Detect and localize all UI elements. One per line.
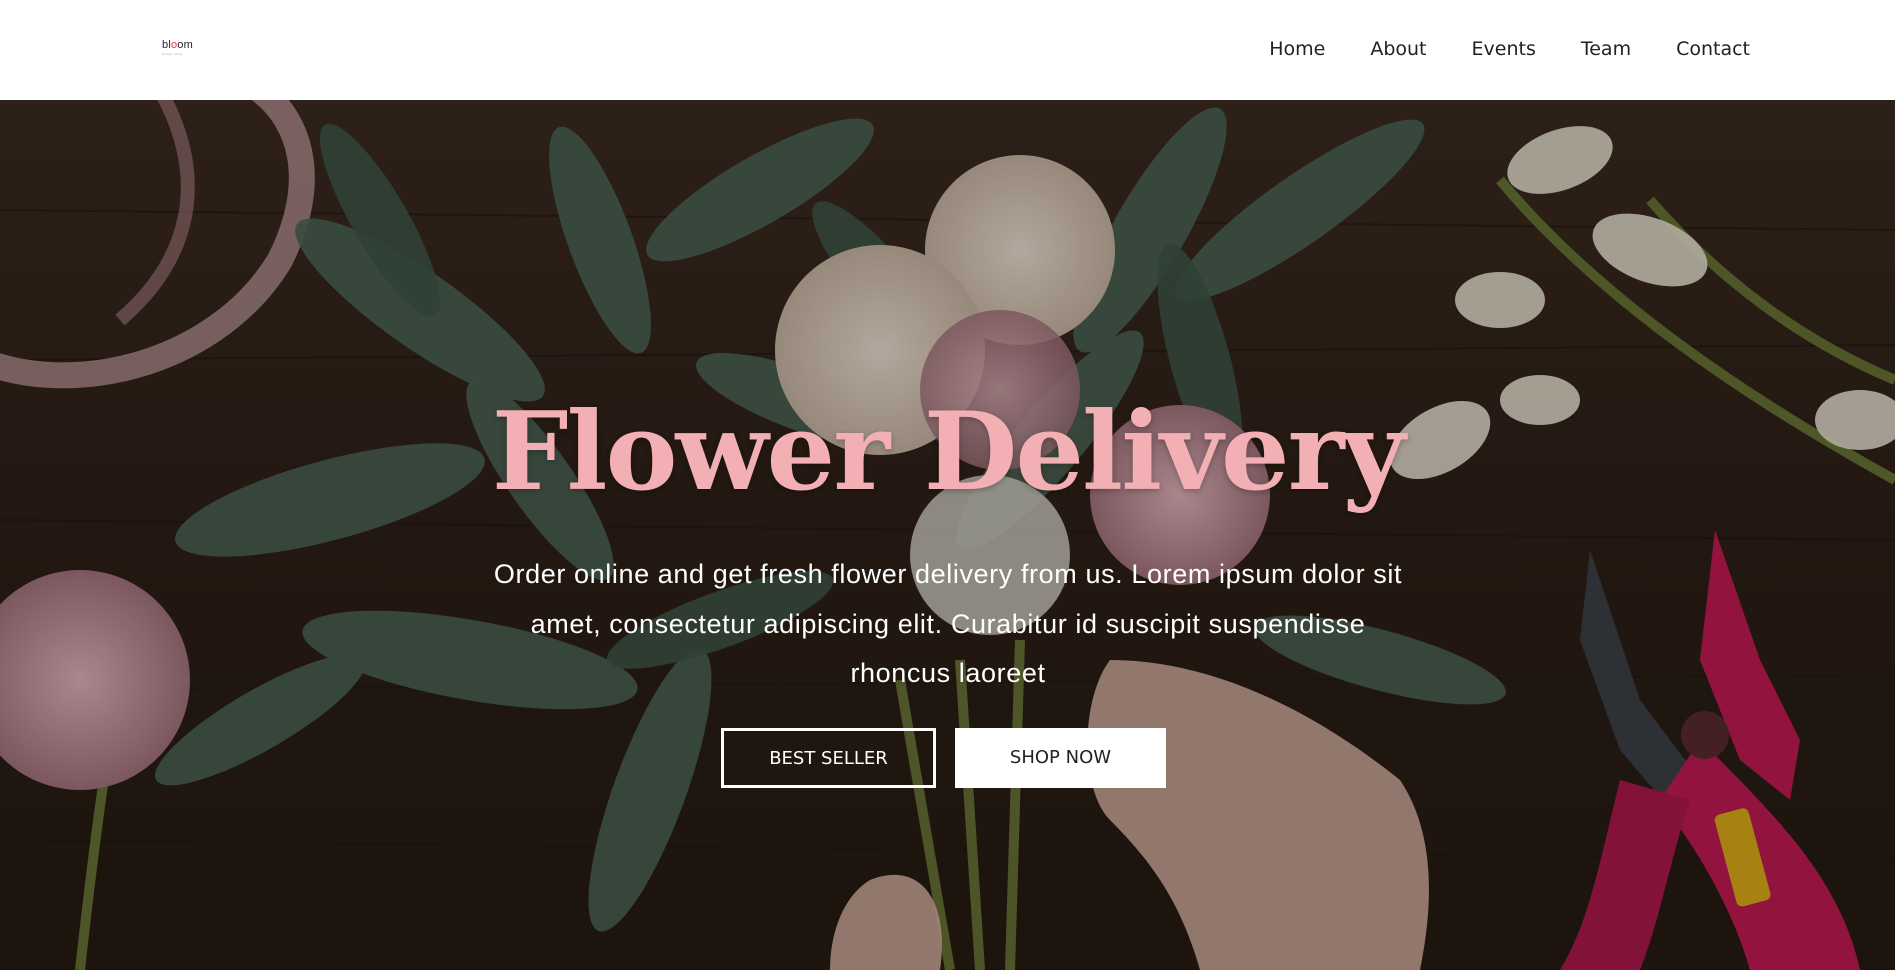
nav-link-about[interactable]: About: [1370, 37, 1426, 61]
logo-tagline: flower shop: [162, 52, 183, 56]
hero-title: Flower Delivery: [491, 389, 1405, 515]
hero-section: Flower Delivery Order online and get fre…: [0, 100, 1895, 970]
hero-content: Flower Delivery Order online and get fre…: [0, 100, 1895, 970]
hero-description: Order online and get fresh flower delive…: [493, 559, 1403, 688]
nav-link-events[interactable]: Events: [1472, 37, 1536, 61]
best-seller-button[interactable]: BEST SELLER: [721, 728, 936, 788]
site-header: bloom flower shop Home About Events Team…: [0, 0, 1895, 100]
nav-link-home[interactable]: Home: [1269, 37, 1325, 61]
nav-link-team[interactable]: Team: [1581, 37, 1631, 61]
logo[interactable]: bloom flower shop: [162, 40, 200, 58]
main-nav: Home About Events Team Contact: [1269, 37, 1750, 61]
nav-link-contact[interactable]: Contact: [1676, 37, 1750, 61]
logo-wordmark: bloom: [162, 39, 193, 51]
shop-now-button[interactable]: SHOP NOW: [955, 728, 1166, 788]
